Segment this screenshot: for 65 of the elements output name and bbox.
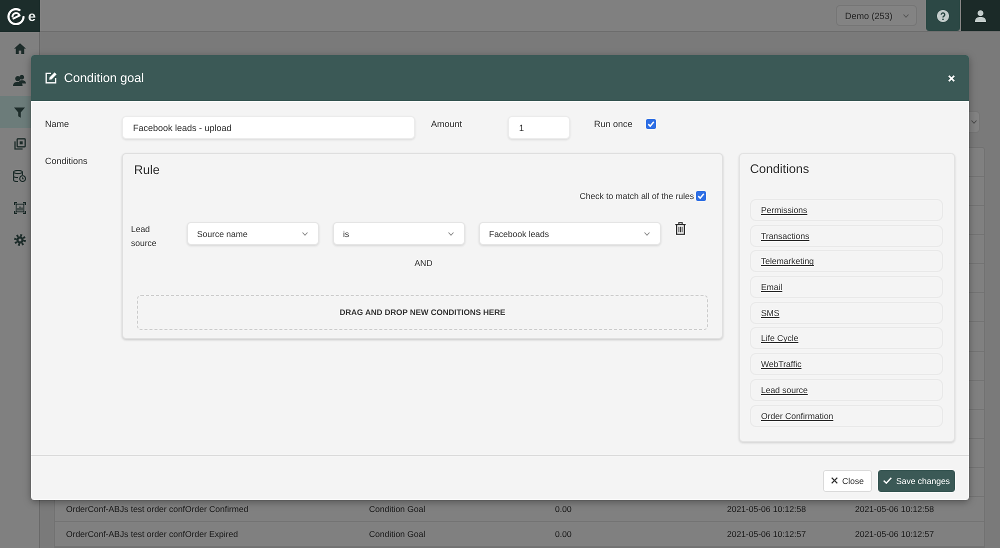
condition-item[interactable]: Transactions (750, 224, 943, 247)
condition-item[interactable]: Order Confirmation (750, 404, 943, 426)
edit-icon (45, 72, 57, 84)
match-all-checkbox[interactable] (696, 191, 706, 201)
panel-title: Rule (133, 162, 161, 178)
caret-icon (903, 14, 909, 18)
gear-icon (14, 234, 26, 246)
run-once-checkbox[interactable] (646, 119, 656, 129)
save-button[interactable]: Save changes (878, 470, 955, 492)
caret-icon (448, 232, 454, 236)
user-button[interactable] (961, 0, 1000, 31)
close-button[interactable]: Close (823, 470, 872, 492)
account-select[interactable]: Demo (253) (836, 5, 917, 26)
filter-icon (14, 106, 25, 118)
database-clock-icon (13, 170, 26, 182)
table-cell-text: 2021-05-06 10:12:57 (726, 528, 807, 539)
check-icon (883, 477, 892, 484)
drop-zone[interactable]: DRAG AND DROP NEW CONDITIONS HERE (137, 295, 708, 330)
condition-label: Lead source (131, 223, 158, 250)
match-all-label: Check to match all of the rules (580, 191, 694, 201)
help-button[interactable] (926, 0, 960, 31)
close-button[interactable] (948, 74, 955, 82)
close-icon (831, 477, 838, 484)
table-cell-text: 0.00 (554, 504, 573, 514)
field-label: Name (45, 118, 70, 129)
table-cell-text: OrderConf-ABJs test order confOrder Expired (65, 528, 239, 539)
condition-item[interactable]: Life Cycle (750, 327, 943, 350)
table-cell-text: Condition Goal (368, 528, 426, 539)
condition-select[interactable]: Facebook leads (479, 222, 661, 245)
panel-title: Conditions (750, 161, 810, 177)
logo-text: e (28, 8, 36, 24)
delete-button[interactable] (675, 222, 686, 235)
condition-item[interactable]: WebTraffic (750, 353, 943, 376)
caret-icon (971, 120, 977, 124)
field-label: Run once (594, 118, 634, 129)
table-cell-text: 2021-05-06 10:12:58 (854, 504, 935, 514)
table-cell-text: Condition Goal (368, 504, 426, 514)
logo-icon (7, 7, 25, 25)
users-icon (13, 74, 26, 86)
condition-item[interactable]: SMS (750, 302, 943, 324)
image-stack-icon (14, 138, 26, 150)
condition-item[interactable]: Email (750, 276, 943, 298)
user-icon (975, 10, 986, 22)
joiner-text: AND (414, 257, 434, 269)
help-icon (937, 10, 949, 22)
condition-item[interactable]: Lead source (750, 378, 943, 401)
chart-frame-icon (14, 202, 26, 214)
table-cell-text: 0.00 (554, 528, 573, 539)
condition-item[interactable]: Telemarketing (750, 250, 943, 272)
caret-icon (644, 232, 650, 236)
name-input[interactable]: Facebook leads - upload (122, 116, 415, 139)
field-label: Conditions (45, 155, 89, 166)
caret-icon (302, 232, 308, 236)
table-cell-text: 2021-05-06 10:12:58 (726, 504, 807, 514)
condition-item[interactable]: Permissions (750, 199, 943, 221)
table-cell-text: OrderConf-ABJs test order confOrder Confirmed (65, 504, 250, 514)
amount-input[interactable]: 1 (508, 116, 570, 139)
condition-select[interactable]: is (333, 222, 465, 245)
close-icon (948, 74, 955, 82)
condition-select[interactable]: Source name (187, 222, 319, 245)
modal-title: Condition goal (64, 71, 144, 85)
home-icon (14, 42, 26, 54)
trash-icon (675, 222, 686, 235)
field-label: Amount (431, 118, 464, 129)
table-cell-text: 2021-05-06 10:12:57 (854, 528, 935, 539)
